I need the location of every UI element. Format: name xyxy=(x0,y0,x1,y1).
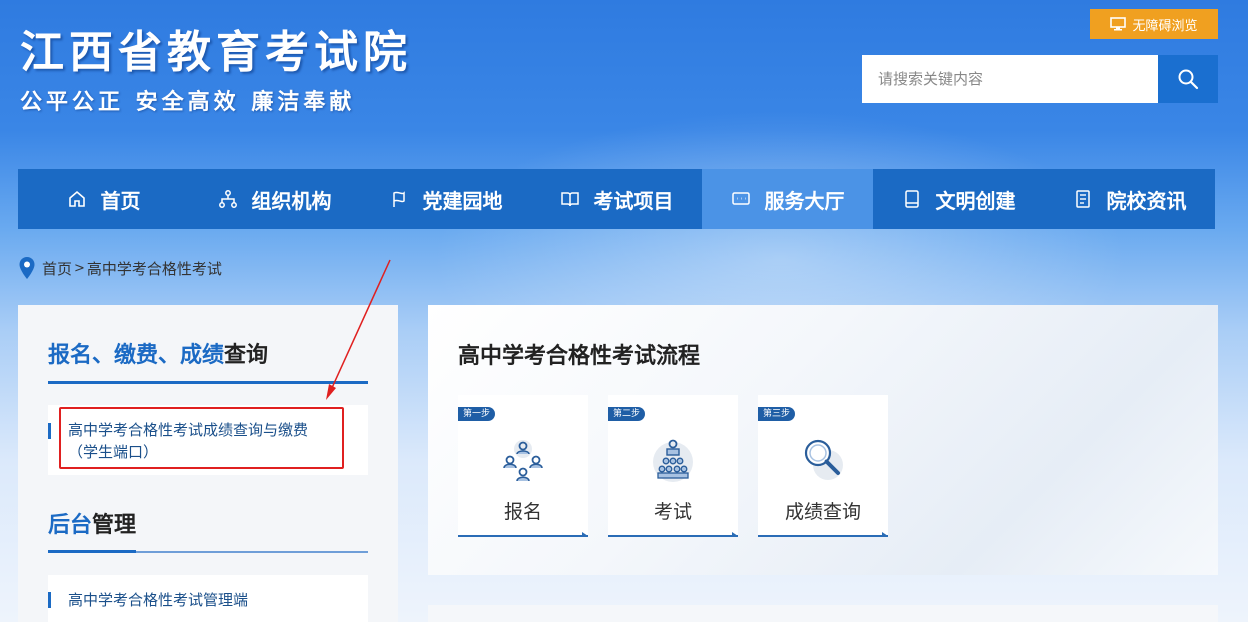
search-icon xyxy=(1178,69,1199,90)
section-title-dark: 查询 xyxy=(224,343,269,368)
nav-item-exams[interactable]: 考试项目 xyxy=(531,169,702,229)
step-card-score-query[interactable]: 第三步 成绩查询 xyxy=(758,395,888,537)
breadcrumb: 首页 > 高中学考合格性考试 xyxy=(18,256,222,280)
step-badge: 第一步 xyxy=(458,407,496,421)
breadcrumb-home[interactable]: 首页 xyxy=(42,258,72,279)
admin-management-link[interactable]: 高中学考合格性考试管理端 xyxy=(68,589,248,611)
nav-item-label: 考试项目 xyxy=(593,188,674,213)
accessibility-button[interactable]: 无障碍浏览 xyxy=(1090,9,1218,39)
step-label: 报名 xyxy=(503,501,542,523)
section-title-registration: 报名、缴费、成绩查询 xyxy=(48,337,268,369)
section-divider xyxy=(48,381,368,384)
news-icon xyxy=(1075,190,1090,208)
nav-item-label: 首页 xyxy=(100,188,141,213)
search-input[interactable] xyxy=(862,55,1158,103)
section-divider-accent xyxy=(48,550,136,553)
nav-item-organization[interactable]: 组织机构 xyxy=(189,169,360,229)
step-underline xyxy=(758,532,888,537)
breadcrumb-separator: > xyxy=(74,260,85,276)
section-title-blue: 后台 xyxy=(48,513,93,538)
panel-title: 高中学考合格性考试流程 xyxy=(458,344,701,369)
step-label: 考试 xyxy=(653,501,692,523)
group-users-icon xyxy=(503,440,543,482)
accessibility-label: 无障碍浏览 xyxy=(1132,18,1198,34)
nav-item-home[interactable]: 首页 xyxy=(18,169,189,229)
step-badge: 第二步 xyxy=(608,407,646,421)
step-badge: 第三步 xyxy=(758,407,796,421)
org-icon xyxy=(218,190,237,208)
section-title-admin: 后台管理 xyxy=(48,507,136,539)
breadcrumb-current: 高中学考合格性考试 xyxy=(86,259,222,278)
book-icon xyxy=(560,192,579,207)
exam-hall-icon xyxy=(653,439,693,482)
search-button[interactable] xyxy=(1158,55,1218,103)
step-underline xyxy=(608,532,738,537)
notebook-icon xyxy=(904,190,919,208)
site-motto: 公平公正 安全高效 廉洁奉献 xyxy=(20,90,356,115)
home-icon xyxy=(68,190,85,207)
process-panel: 高中学考合格性考试流程 第一步 报名 第二步 考试 第三步 成绩查询 xyxy=(428,305,1218,575)
site-title: 江西省教育考试院 xyxy=(20,27,412,78)
service-icon xyxy=(731,192,750,205)
location-pin-icon xyxy=(19,257,35,279)
nav-item-label: 院校资讯 xyxy=(1106,188,1187,213)
annotation-highlight-box xyxy=(59,407,344,469)
list-item[interactable]: 高中学考合格性考试管理端 xyxy=(48,575,368,622)
step-card-register[interactable]: 第一步 报名 xyxy=(458,395,588,537)
item-marker xyxy=(48,423,51,439)
magnifier-icon xyxy=(804,439,843,480)
page: 江西省教育考试院 公平公正 安全高效 廉洁奉献 无障碍浏览 首页 组织机构 党建… xyxy=(0,0,1248,622)
main-nav: 首页 组织机构 党建园地 考试项目 服务大厅 文明创建 院校资讯 xyxy=(18,169,1215,229)
nav-item-label: 党建园地 xyxy=(422,188,503,213)
nav-item-label: 服务大厅 xyxy=(764,188,845,213)
section-title-dark: 管理 xyxy=(92,513,137,538)
party-icon xyxy=(392,191,405,207)
step-card-exam[interactable]: 第二步 考试 xyxy=(608,395,738,537)
nav-item-label: 组织机构 xyxy=(251,188,332,213)
monitor-icon xyxy=(1110,17,1127,31)
item-marker xyxy=(48,592,51,608)
nav-item-party[interactable]: 党建园地 xyxy=(360,169,531,229)
second-panel xyxy=(428,605,1218,622)
nav-item-label: 文明创建 xyxy=(935,188,1016,213)
nav-item-news[interactable]: 院校资讯 xyxy=(1044,169,1215,229)
section-title-blue: 报名、缴费、成绩 xyxy=(48,343,225,368)
step-underline xyxy=(458,532,588,537)
nav-item-service[interactable]: 服务大厅 xyxy=(702,169,873,229)
step-label: 成绩查询 xyxy=(784,501,861,523)
nav-item-civilization[interactable]: 文明创建 xyxy=(873,169,1044,229)
